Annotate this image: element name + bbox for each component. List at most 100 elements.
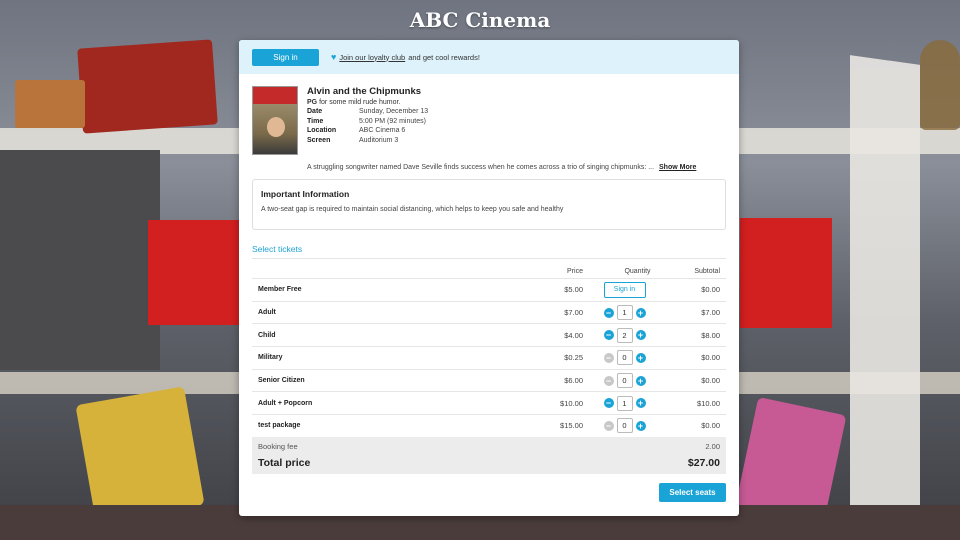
ticket-row-senior: Senior Citizen $6.00 − 0 + $0.00 xyxy=(252,368,726,392)
ticket-subtotal: $0.00 xyxy=(701,421,720,431)
header-subtotal: Subtotal xyxy=(694,267,720,275)
ticket-quantity: Sign in xyxy=(583,281,666,298)
ticket-subtotal: $0.00 xyxy=(701,285,720,295)
plus-icon[interactable]: + xyxy=(635,352,646,363)
rating-reason: for some mild rude humor. xyxy=(319,99,401,106)
totals-summary: Booking fee 2.00 Total price $27.00 xyxy=(252,437,726,474)
loyalty-link[interactable]: Join our loyalty club xyxy=(339,53,405,62)
detail-row-location: Location ABC Cinema 6 xyxy=(307,127,428,137)
detail-key: Location xyxy=(307,127,337,134)
ticket-row-member-free: Member Free $5.00 Sign in $0.00 xyxy=(252,278,726,301)
quantity-input[interactable]: 1 xyxy=(616,305,633,321)
header-price: Price xyxy=(567,267,583,275)
ticket-name: Senior Citizen xyxy=(258,377,305,385)
important-heading: Important Information xyxy=(261,189,350,199)
quantity-stepper: − 1 + xyxy=(583,305,666,321)
ticket-price: $4.00 xyxy=(564,330,583,340)
quantity-input[interactable]: 0 xyxy=(616,418,633,434)
plus-icon[interactable]: + xyxy=(635,307,646,318)
background-door-left xyxy=(0,150,160,370)
ticket-row-military: Military $0.25 − 0 + $0.00 xyxy=(252,346,726,369)
minus-icon[interactable]: − xyxy=(603,307,614,318)
background-box xyxy=(77,39,218,134)
quantity-input[interactable]: 0 xyxy=(616,373,633,389)
booking-panel: Sign in ♥ Join our loyalty club and get … xyxy=(239,40,739,516)
ticket-table-header: Price Quantity Subtotal xyxy=(252,264,726,278)
quantity-input[interactable]: 2 xyxy=(616,327,633,343)
movie-poster xyxy=(252,86,298,155)
quantity-stepper: − 0 + xyxy=(583,373,666,389)
background-basket xyxy=(920,40,960,130)
detail-value: Auditorium 3 xyxy=(359,136,399,144)
plus-icon[interactable]: + xyxy=(635,375,646,386)
total-price-value: $27.00 xyxy=(687,457,720,469)
ticket-price: $7.00 xyxy=(564,308,583,318)
background-door-right xyxy=(850,55,920,540)
plus-icon[interactable]: + xyxy=(635,398,646,409)
heart-icon: ♥ xyxy=(331,52,337,62)
ticket-name: Adult xyxy=(258,309,276,317)
ticket-price: $5.00 xyxy=(564,285,583,295)
ticket-subtotal: $8.00 xyxy=(701,330,720,340)
total-price-label: Total price xyxy=(258,457,311,469)
detail-row-screen: Screen Auditorium 3 xyxy=(307,137,428,147)
quantity-stepper: − 0 + xyxy=(583,418,666,434)
background-cereal-box xyxy=(75,386,205,524)
important-text: A two-seat gap is required to maintain s… xyxy=(261,206,564,213)
ticket-name: Adult + Popcorn xyxy=(258,399,313,407)
background-box-small xyxy=(15,80,85,128)
ticket-price: $15.00 xyxy=(560,421,583,431)
ticket-price: $0.25 xyxy=(564,353,583,363)
select-tickets-label: Select tickets xyxy=(252,244,303,254)
plus-icon[interactable]: + xyxy=(635,420,646,431)
movie-info: Alvin and the Chipmunks PG for some mild… xyxy=(307,86,428,146)
show-more-link[interactable]: Show More xyxy=(659,164,696,171)
booking-fee-row: Booking fee 2.00 xyxy=(258,442,720,453)
total-price-row: Total price $27.00 xyxy=(258,457,720,469)
ticket-subtotal: $0.00 xyxy=(701,376,720,386)
loyalty-message: ♥ Join our loyalty club and get cool rew… xyxy=(331,52,480,62)
ticket-name: Military xyxy=(258,354,283,362)
member-signin-button[interactable]: Sign in xyxy=(603,281,646,298)
loyalty-suffix: and get cool rewards! xyxy=(408,52,480,62)
plus-icon[interactable]: + xyxy=(635,330,646,341)
ticket-name: Child xyxy=(258,331,276,339)
background-title-block-left xyxy=(148,220,243,325)
movie-title: Alvin and the Chipmunks xyxy=(307,86,422,97)
ticket-name: test package xyxy=(258,422,301,430)
ticket-row-test-package: test package $15.00 − 0 + $0.00 xyxy=(252,414,726,437)
detail-row-time: Time 5:00 PM (92 minutes) xyxy=(307,118,428,128)
minus-icon[interactable]: − xyxy=(603,352,614,363)
movie-synopsis: A struggling songwriter named Dave Sevil… xyxy=(307,164,696,171)
minus-icon[interactable]: − xyxy=(603,330,614,341)
background-title-block-right xyxy=(740,218,832,328)
detail-key: Screen xyxy=(307,136,331,144)
detail-value: 5:00 PM (92 minutes) xyxy=(359,117,426,125)
booking-fee-label: Booking fee xyxy=(258,442,298,451)
ticket-subtotal: $10.00 xyxy=(697,398,720,408)
quantity-stepper: − 0 + xyxy=(583,350,666,366)
ticket-price: $10.00 xyxy=(560,398,583,408)
minus-icon[interactable]: − xyxy=(603,375,614,386)
detail-key: Date xyxy=(307,108,323,115)
rating-badge: PG xyxy=(307,99,318,106)
quantity-stepper: − 1 + xyxy=(583,395,666,411)
detail-value: ABC Cinema 6 xyxy=(359,127,406,134)
ticket-subtotal: $7.00 xyxy=(701,308,720,318)
ticket-subtotal: $0.00 xyxy=(701,353,720,363)
header-quantity: Quantity xyxy=(624,267,651,275)
detail-row-date: Date Sunday, December 13 xyxy=(307,108,428,118)
divider xyxy=(252,258,726,259)
ticket-row-child: Child $4.00 − 2 + $8.00 xyxy=(252,323,726,346)
loyalty-bar: Sign in ♥ Join our loyalty club and get … xyxy=(239,40,739,74)
movie-rating: PG for some mild rude humor. xyxy=(307,99,428,106)
quantity-input[interactable]: 0 xyxy=(616,350,633,366)
minus-icon[interactable]: − xyxy=(603,398,614,409)
quantity-input[interactable]: 1 xyxy=(616,395,633,411)
select-seats-button[interactable]: Select seats xyxy=(659,483,726,502)
signin-button[interactable]: Sign in xyxy=(252,48,319,66)
minus-icon[interactable]: − xyxy=(603,420,614,431)
ticket-row-adult-popcorn: Adult + Popcorn $10.00 − 1 + $10.00 xyxy=(252,391,726,414)
ticket-table: Price Quantity Subtotal Member Free $5.0… xyxy=(252,264,726,437)
synopsis-text: A struggling songwriter named Dave Sevil… xyxy=(307,164,655,171)
